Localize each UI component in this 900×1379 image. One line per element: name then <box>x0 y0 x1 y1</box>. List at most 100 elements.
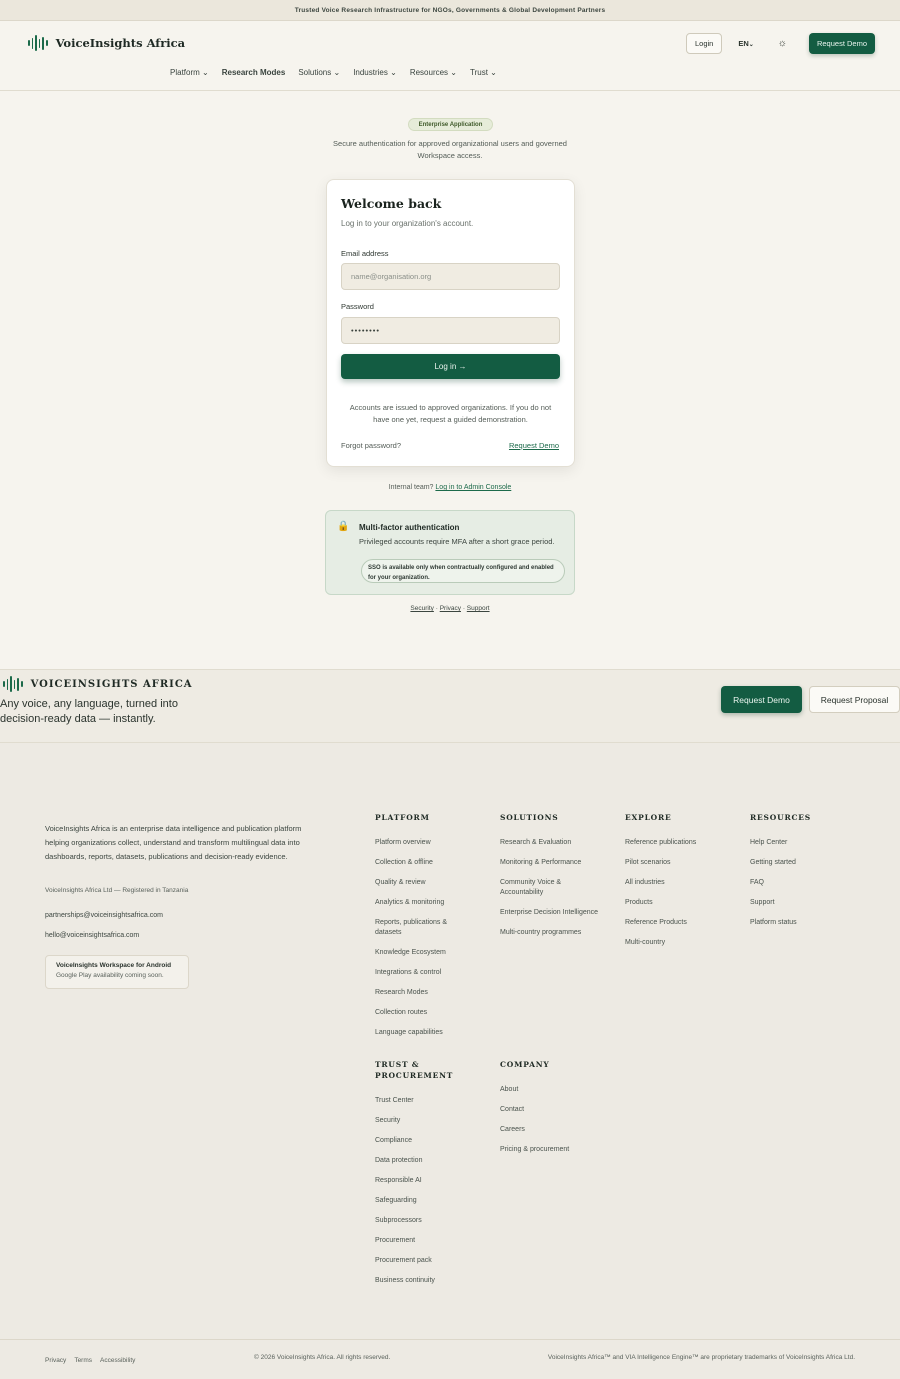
footer-link[interactable]: About <box>500 1085 615 1095</box>
android-title: VoiceInsights Workspace for Android <box>56 962 172 969</box>
copyright: © 2026 VoiceInsights Africa. All rights … <box>254 1354 391 1361</box>
footer-link[interactable]: Procurement pack <box>375 1256 485 1266</box>
footer-link[interactable]: Trust Center <box>375 1096 485 1106</box>
cta-request-demo-button[interactable]: Request Demo <box>721 686 802 713</box>
nav-label: Industries <box>353 68 388 77</box>
footer-link[interactable]: Multi-country <box>625 938 735 948</box>
footer-link[interactable]: Monitoring & Performance <box>500 858 615 868</box>
privacy-link[interactable]: Privacy <box>440 605 461 612</box>
footer-link[interactable]: Safeguarding <box>375 1196 485 1206</box>
account-note: Accounts are issued to approved organiza… <box>349 403 552 424</box>
support-link[interactable]: Support <box>467 605 490 612</box>
partnerships-email-link[interactable]: partnerships@voiceinsightsafrica.com <box>45 912 163 919</box>
footer-link[interactable]: Research & Evaluation <box>500 838 615 848</box>
footer-link[interactable]: Compliance <box>375 1136 485 1146</box>
chevron-down-icon: ⌄ <box>202 68 209 77</box>
site-footer: VoiceInsights Africa is an enterprise da… <box>0 743 900 1379</box>
sun-icon[interactable]: ☼ <box>778 38 787 49</box>
footer-link[interactable]: Research Modes <box>375 988 485 998</box>
chevron-down-icon: ⌄ <box>333 68 341 77</box>
footer-link[interactable]: Platform status <box>750 918 855 928</box>
footer-link[interactable]: Collection & offline <box>375 858 485 868</box>
brand-logo[interactable]: VoiceInsights Africa <box>28 35 185 51</box>
nav-item-platform[interactable]: Platform ⌄ <box>170 68 209 77</box>
footer-col-title: EXPLORE <box>625 813 672 822</box>
footer-col-title: SOLUTIONS <box>500 813 559 822</box>
footer-col-solutions: SOLUTIONS Research & Evaluation Monitori… <box>500 812 615 948</box>
admin-console-link[interactable]: Log in to Admin Console <box>435 484 511 491</box>
cta-request-proposal-button[interactable]: Request Proposal <box>809 686 900 713</box>
footer-link[interactable]: Enterprise Decision Intelligence <box>500 908 615 918</box>
footer-link[interactable]: Contact <box>500 1105 615 1115</box>
footer-link[interactable]: Reference Products <box>625 918 735 928</box>
chevron-down-icon: ⌄ <box>450 68 457 77</box>
chevron-down-icon: ⌄ <box>748 42 754 48</box>
nav-item-research-modes[interactable]: Research Modes <box>222 68 286 77</box>
forgot-password-link[interactable]: Forgot password? <box>341 441 401 450</box>
footer-link[interactable]: Data protection <box>375 1156 485 1166</box>
footer-link[interactable]: Language capabilities <box>375 1028 485 1038</box>
internal-team-line: Internal team? Log in to Admin Console <box>300 484 600 491</box>
site-header: VoiceInsights Africa Login EN⌄ ☼ Request… <box>0 21 900 91</box>
security-link[interactable]: Security <box>410 605 433 612</box>
footer-link[interactable]: Reports, publications & datasets <box>375 918 459 938</box>
hello-email-link[interactable]: hello@voiceinsightsafrica.com <box>45 932 139 939</box>
footer-bottom-bar: Privacy Terms Accessibility © 2026 Voice… <box>0 1339 900 1379</box>
language-label: EN <box>738 39 749 48</box>
language-selector[interactable]: EN⌄ <box>738 39 753 48</box>
footer-link[interactable]: Careers <box>500 1125 615 1135</box>
brand-name: VoiceInsights Africa <box>55 36 186 50</box>
footer-link[interactable]: Products <box>625 898 735 908</box>
nav-label: Trust <box>470 68 488 77</box>
password-label: Password <box>341 302 374 311</box>
footer-link[interactable]: All industries <box>625 878 735 888</box>
footer-col-title: RESOURCES <box>750 813 811 822</box>
announcement-text: Trusted Voice Research Infrastructure fo… <box>294 6 606 14</box>
login-subtitle: Log in to your organization's account. <box>341 219 474 228</box>
footer-link[interactable]: Business continuity <box>375 1276 485 1286</box>
footer-link[interactable]: Responsible AI <box>375 1176 485 1186</box>
footer-link[interactable]: Security <box>375 1116 485 1126</box>
security-links: Security · Privacy · Support <box>350 605 550 612</box>
footer-link[interactable]: Getting started <box>750 858 855 868</box>
footer-link[interactable]: Platform overview <box>375 838 485 848</box>
footer-link[interactable]: Subprocessors <box>375 1216 485 1226</box>
footer-col-title: COMPANY <box>500 1060 550 1069</box>
enterprise-badge: Enterprise Application <box>408 118 493 131</box>
footer-link[interactable]: Integrations & control <box>375 968 485 978</box>
password-field[interactable]: •••••••• <box>341 317 560 344</box>
footer-link[interactable]: Collection routes <box>375 1008 485 1018</box>
footer-link[interactable]: Procurement <box>375 1236 485 1246</box>
footer-link[interactable]: FAQ <box>750 878 855 888</box>
footer-link[interactable]: Multi-country programmes <box>500 928 615 938</box>
privacy-link[interactable]: Privacy <box>45 1357 66 1364</box>
lock-icon: 🔒 <box>337 521 350 532</box>
request-demo-link[interactable]: Request Demo <box>509 441 559 450</box>
link-separator: · <box>462 605 465 612</box>
footer-link[interactable]: Help Center <box>750 838 855 848</box>
login-button[interactable]: Login <box>685 33 723 54</box>
intro-text: Secure authentication for approved organ… <box>333 139 567 160</box>
nav-item-solutions[interactable]: Solutions ⌄ <box>298 68 340 77</box>
footer-link[interactable]: Knowledge Ecosystem <box>375 948 485 958</box>
footer-link[interactable]: Quality & review <box>375 878 485 888</box>
terms-link[interactable]: Terms <box>74 1357 92 1364</box>
footer-link[interactable]: Support <box>750 898 855 908</box>
footer-link[interactable]: Community Voice & Accountability <box>500 878 580 898</box>
login-submit-button[interactable]: Log in → <box>341 354 560 379</box>
header-actions: Login EN⌄ ☼ Request Demo <box>685 33 875 54</box>
footer-link[interactable]: Pricing & procurement <box>500 1145 615 1155</box>
footer-link[interactable]: Analytics & monitoring <box>375 898 485 908</box>
nav-item-resources[interactable]: Resources ⌄ <box>410 68 457 77</box>
accessibility-link[interactable]: Accessibility <box>100 1357 135 1364</box>
footer-link[interactable]: Reference publications <box>625 838 735 848</box>
footer-link[interactable]: Pilot scenarios <box>625 858 735 868</box>
login-card: Welcome back Log in to your organization… <box>326 179 575 467</box>
request-demo-button[interactable]: Request Demo <box>808 33 875 54</box>
nav-item-trust[interactable]: Trust ⌄ <box>470 68 497 77</box>
footer-col-platform: PLATFORM Platform overview Collection & … <box>375 812 485 1048</box>
email-placeholder: name@organisation.org <box>351 272 432 281</box>
email-field[interactable]: name@organisation.org <box>341 263 560 290</box>
nav-item-industries[interactable]: Industries ⌄ <box>353 68 397 77</box>
nav-label: Platform <box>170 68 200 77</box>
